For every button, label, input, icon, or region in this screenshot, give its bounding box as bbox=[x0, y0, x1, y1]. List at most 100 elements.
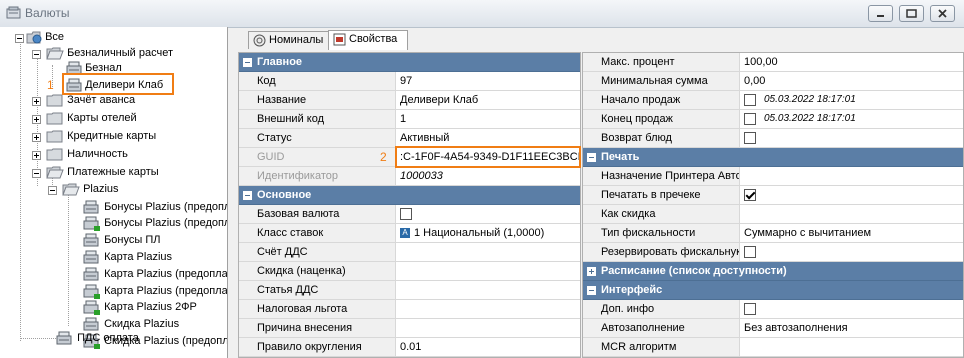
prop-value[interactable]: 100,00 bbox=[740, 53, 778, 71]
prop-value[interactable]: 05.03.2022 18:17:01 bbox=[764, 91, 856, 109]
prop-value[interactable]: 97 bbox=[396, 72, 412, 90]
tree-node[interactable]: Карта Plazius bbox=[83, 249, 172, 266]
prop-label: GUID bbox=[239, 148, 396, 166]
close-button[interactable] bbox=[930, 5, 955, 22]
prop-row-fiscal-type[interactable]: Тип фискальности Суммарно с вычитанием bbox=[583, 224, 963, 243]
section-main[interactable]: Главное bbox=[239, 53, 580, 72]
tree-node[interactable]: Plazius bbox=[62, 181, 119, 198]
prop-row-name[interactable]: Название Деливери Клаб bbox=[239, 91, 580, 110]
tree-label: Карта Plazius (предопла bbox=[104, 268, 228, 280]
prop-row-print-check[interactable]: Печатать в пречеке bbox=[583, 186, 963, 205]
prop-row-discount[interactable]: Скидка (наценка) bbox=[239, 262, 580, 281]
expand-toggle[interactable] bbox=[32, 115, 41, 124]
tree-node[interactable]: Карта Plazius (предопла bbox=[83, 283, 227, 300]
tree-node[interactable]: Карта Plazius (предопла bbox=[83, 266, 228, 283]
tree-label: Все bbox=[45, 31, 65, 43]
prop-value[interactable]: 05.03.2022 18:17:01 bbox=[764, 110, 856, 128]
section-interface[interactable]: Интерфейс bbox=[583, 281, 963, 300]
prop-value[interactable]: 1000033 bbox=[396, 167, 443, 185]
tree-node[interactable]: ПДС оплата bbox=[56, 330, 139, 347]
expand-toggle[interactable] bbox=[32, 97, 41, 106]
prop-label: Назначение Принтера Авто bbox=[583, 167, 740, 185]
prop-row-tax[interactable]: Налоговая льгота bbox=[239, 300, 580, 319]
collapse-toggle[interactable] bbox=[15, 34, 24, 43]
prop-value[interactable]: 1 bbox=[396, 110, 406, 128]
extra-info-checkbox[interactable] bbox=[744, 303, 756, 316]
prop-row-code[interactable]: Код 97 bbox=[239, 72, 580, 91]
collapse-toggle[interactable] bbox=[32, 169, 41, 178]
tab-properties[interactable]: Свойства bbox=[328, 30, 408, 50]
properties-icon bbox=[333, 33, 346, 46]
prop-row-ext-code[interactable]: Внешний код 1 bbox=[239, 110, 580, 129]
section-schedule[interactable]: Расписание (список доступности) bbox=[583, 262, 963, 281]
highlight-box bbox=[395, 146, 581, 168]
prop-row-max-pct[interactable]: Макс. процент 100,00 bbox=[583, 53, 963, 72]
marker-number: 2 bbox=[380, 150, 387, 164]
tab-label: Свойства bbox=[349, 33, 398, 45]
register-icon bbox=[56, 331, 72, 345]
prop-row-as-discount[interactable]: Как скидка bbox=[583, 205, 963, 224]
prop-value[interactable]: 0.01 bbox=[396, 338, 421, 356]
tree-node[interactable]: Бонусы ПЛ bbox=[83, 232, 160, 249]
prop-label: MCR алгоритм bbox=[583, 338, 740, 356]
prop-row-extra-info[interactable]: Доп. инфо bbox=[583, 300, 963, 319]
prop-label: Автозаполнение bbox=[583, 319, 740, 337]
prop-row-return-dish[interactable]: Возврат блюд bbox=[583, 129, 963, 148]
prop-row-base-currency[interactable]: Базовая валюта bbox=[239, 205, 580, 224]
properties-grid-right[interactable]: Макс. процент 100,00 Минимальная сумма 0,0… bbox=[582, 52, 964, 358]
prop-row-dds-account[interactable]: Счёт ДДС bbox=[239, 243, 580, 262]
maximize-button[interactable] bbox=[899, 5, 924, 22]
collapse-toggle[interactable] bbox=[32, 50, 41, 59]
prop-value[interactable]: 1 Национальный (1,0000) bbox=[414, 227, 544, 239]
prop-row-dds-item[interactable]: Статья ДДС bbox=[239, 281, 580, 300]
collapse-toggle[interactable] bbox=[48, 186, 57, 195]
collapse-toggle[interactable] bbox=[243, 191, 252, 200]
prop-row-sale-start[interactable]: Начало продаж 05.03.2022 18:17:01 bbox=[583, 91, 963, 110]
prop-row-reason[interactable]: Причина внесения bbox=[239, 319, 580, 338]
expand-toggle[interactable] bbox=[587, 267, 596, 276]
minimize-button[interactable] bbox=[868, 5, 893, 22]
properties-grid-left[interactable]: Главное Код 97 Название Деливери Клаб Внеш… bbox=[238, 52, 581, 358]
expand-toggle[interactable] bbox=[32, 151, 41, 160]
base-currency-checkbox[interactable] bbox=[400, 208, 412, 221]
prop-value[interactable]: Активный bbox=[396, 129, 449, 147]
section-basic[interactable]: Основное bbox=[239, 186, 580, 205]
collapse-toggle[interactable] bbox=[243, 58, 252, 67]
collapse-toggle[interactable] bbox=[587, 286, 596, 295]
return-dish-checkbox[interactable] bbox=[744, 132, 756, 145]
rate-class-badge: A bbox=[400, 228, 410, 239]
prop-value[interactable]: Суммарно с вычитанием bbox=[740, 224, 871, 242]
collapse-toggle[interactable] bbox=[587, 153, 596, 162]
prop-row-printer[interactable]: Назначение Принтера Авто bbox=[583, 167, 963, 186]
sale-start-checkbox[interactable] bbox=[744, 94, 756, 107]
prop-value[interactable]: Деливери Клаб bbox=[396, 91, 478, 109]
prop-row-mcr[interactable]: MCR алгоритм bbox=[583, 338, 963, 357]
prop-row-min-sum[interactable]: Минимальная сумма 0,00 bbox=[583, 72, 963, 91]
sale-end-checkbox[interactable] bbox=[744, 113, 756, 126]
tree-label: Платежные карты bbox=[67, 166, 159, 178]
tree-node[interactable]: Бонусы Plazius (предопл bbox=[83, 215, 227, 232]
tree-node[interactable]: Платежные карты bbox=[46, 164, 159, 181]
tree-node[interactable]: Карта Plazius 2ФР bbox=[83, 299, 197, 316]
tree-node[interactable]: Бонусы Plazius (предопл bbox=[83, 199, 227, 216]
prop-value[interactable]: 0,00 bbox=[740, 72, 765, 90]
tab-nominals[interactable]: Номиналы bbox=[248, 31, 340, 49]
section-print[interactable]: Печать bbox=[583, 148, 963, 167]
prop-label: Возврат блюд bbox=[583, 129, 740, 147]
prop-label: Как скидка bbox=[583, 205, 740, 223]
tree-node[interactable]: Кредитные карты bbox=[46, 128, 156, 145]
tree-node[interactable]: Наличность bbox=[46, 146, 128, 163]
tree-node[interactable]: Карты отелей bbox=[46, 110, 137, 127]
prop-row-ident[interactable]: Идентификатор 1000033 bbox=[239, 167, 580, 186]
prop-value[interactable]: Без автозаполнения bbox=[740, 319, 848, 337]
prop-row-rate-class[interactable]: Класс ставок A 1 Национальный (1,0000) bbox=[239, 224, 580, 243]
expand-toggle[interactable] bbox=[32, 133, 41, 142]
prop-row-autofill[interactable]: Автозаполнение Без автозаполнения bbox=[583, 319, 963, 338]
prop-row-sale-end[interactable]: Конец продаж 05.03.2022 18:17:01 bbox=[583, 110, 963, 129]
prop-row-rounding[interactable]: Правило округления 0.01 bbox=[239, 338, 580, 357]
prop-row-reserve-fiscal[interactable]: Резервировать фискальнук bbox=[583, 243, 963, 262]
reserve-fiscal-checkbox[interactable] bbox=[744, 246, 756, 259]
register-green-icon bbox=[83, 300, 100, 315]
print-check-checkbox[interactable] bbox=[744, 189, 756, 202]
tree-node-root[interactable]: Все bbox=[26, 29, 64, 46]
